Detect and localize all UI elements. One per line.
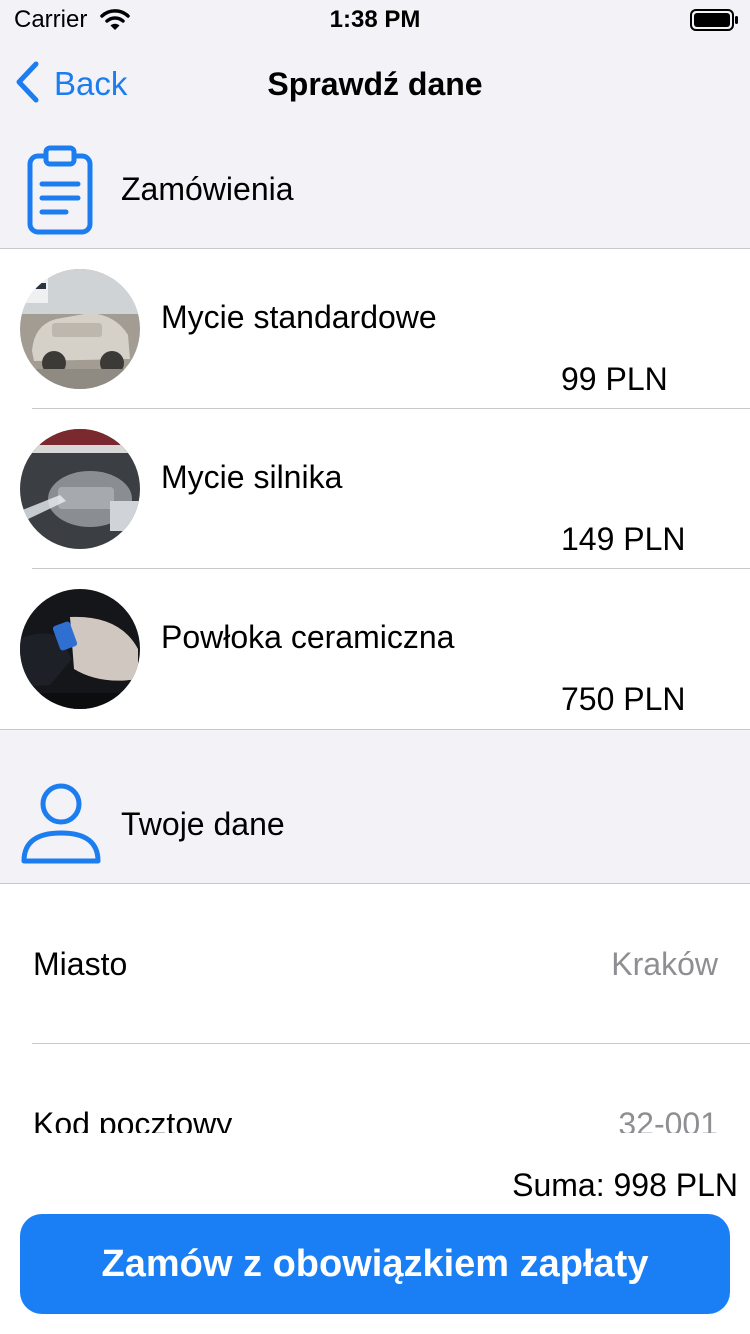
service-name: Mycie silnika xyxy=(161,459,343,495)
service-thumbnail xyxy=(20,269,140,389)
order-total: Suma: 998 PLN xyxy=(512,1167,738,1203)
orders-section-header: Zamówienia xyxy=(0,128,750,248)
person-icon xyxy=(20,781,102,870)
list-item[interactable]: Mycie silnika 149 PLN xyxy=(0,409,750,569)
postal-code-label: Kod pocztowy xyxy=(33,1106,233,1134)
page-title: Sprawdź dane xyxy=(267,66,483,102)
postal-code-value: 32-001 xyxy=(618,1106,718,1134)
orders-section-label: Zamówienia xyxy=(121,171,294,207)
service-name: Powłoka ceramiczna xyxy=(161,619,455,655)
service-name: Mycie standardowe xyxy=(161,299,437,335)
service-price: 750 PLN xyxy=(561,681,686,717)
status-bar: Carrier 1:38 PM xyxy=(0,0,750,40)
user-section-header: Twoje dane xyxy=(0,763,750,883)
city-field[interactable]: Miasto Kraków xyxy=(0,884,750,1044)
service-price: 99 PLN xyxy=(561,361,668,397)
user-details-list: Miasto Kraków Kod pocztowy 32-001 xyxy=(0,883,750,1134)
user-section-label: Twoje dane xyxy=(121,806,285,842)
city-value: Kraków xyxy=(611,946,718,982)
place-order-button[interactable]: Zamów z obowiązkiem zapłaty xyxy=(20,1214,730,1314)
postal-code-field[interactable]: Kod pocztowy 32-001 xyxy=(0,1044,750,1134)
clock-time: 1:38 PM xyxy=(329,6,421,33)
navigation-bar: Back Sprawdź dane xyxy=(0,40,750,128)
list-item[interactable]: Mycie standardowe 99 PLN xyxy=(0,249,750,409)
order-footer: Suma: 998 PLN Zamów z obowiązkiem zapłat… xyxy=(0,1133,750,1334)
orders-list: Mycie standardowe 99 PLN Mycie silnika 1… xyxy=(0,248,750,730)
list-item[interactable]: Powłoka ceramiczna 750 PLN xyxy=(0,569,750,729)
city-label: Miasto xyxy=(33,946,128,982)
service-price: 149 PLN xyxy=(561,521,686,557)
battery-icon xyxy=(690,9,740,36)
service-thumbnail xyxy=(20,589,140,709)
service-thumbnail xyxy=(20,429,140,549)
clipboard-icon xyxy=(26,142,94,241)
